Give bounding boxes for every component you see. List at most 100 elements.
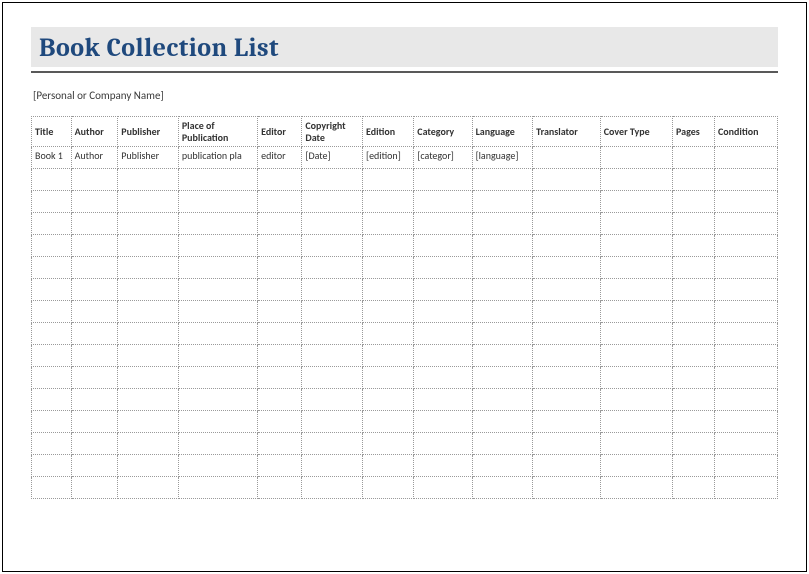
table-cell[interactable] [472, 477, 533, 499]
table-cell[interactable] [302, 345, 363, 367]
table-cell[interactable] [258, 367, 302, 389]
table-cell[interactable] [414, 301, 472, 323]
table-cell[interactable] [258, 411, 302, 433]
table-cell[interactable] [533, 367, 601, 389]
table-cell[interactable] [600, 279, 672, 301]
table-cell[interactable] [414, 389, 472, 411]
table-cell[interactable] [472, 235, 533, 257]
table-cell[interactable] [178, 235, 257, 257]
table-cell[interactable] [302, 433, 363, 455]
table-cell[interactable] [118, 477, 179, 499]
table-cell[interactable] [714, 477, 777, 499]
table-cell[interactable] [363, 213, 414, 235]
table-cell[interactable] [32, 301, 72, 323]
table-cell[interactable] [363, 323, 414, 345]
table-cell[interactable] [600, 455, 672, 477]
table-cell[interactable] [32, 477, 72, 499]
table-cell[interactable] [178, 169, 257, 191]
table-cell[interactable] [118, 323, 179, 345]
table-cell[interactable] [118, 235, 179, 257]
table-cell[interactable] [178, 191, 257, 213]
table-cell[interactable] [118, 213, 179, 235]
table-cell[interactable] [258, 477, 302, 499]
table-cell[interactable] [32, 389, 72, 411]
table-cell[interactable] [71, 433, 118, 455]
table-cell[interactable] [472, 213, 533, 235]
table-cell[interactable] [71, 213, 118, 235]
table-cell[interactable] [32, 367, 72, 389]
table-cell[interactable] [714, 279, 777, 301]
table-cell[interactable] [600, 367, 672, 389]
table-cell[interactable] [363, 367, 414, 389]
table-cell[interactable] [118, 411, 179, 433]
table-cell[interactable] [118, 169, 179, 191]
table-cell[interactable] [414, 257, 472, 279]
table-cell[interactable] [302, 477, 363, 499]
table-cell[interactable] [673, 455, 715, 477]
table-cell[interactable] [714, 455, 777, 477]
table-cell[interactable] [533, 411, 601, 433]
table-cell[interactable] [32, 235, 72, 257]
table-cell[interactable] [673, 411, 715, 433]
table-cell[interactable] [673, 257, 715, 279]
table-cell[interactable] [673, 279, 715, 301]
table-cell[interactable] [71, 455, 118, 477]
table-cell[interactable]: [Date] [302, 147, 363, 169]
table-cell[interactable] [302, 169, 363, 191]
table-cell[interactable] [533, 257, 601, 279]
table-cell[interactable] [414, 323, 472, 345]
table-cell[interactable] [302, 367, 363, 389]
table-cell[interactable] [414, 345, 472, 367]
table-cell[interactable] [673, 169, 715, 191]
table-cell[interactable] [178, 389, 257, 411]
table-cell[interactable]: Book 1 [32, 147, 72, 169]
table-cell[interactable] [118, 433, 179, 455]
table-cell[interactable] [714, 411, 777, 433]
table-cell[interactable] [600, 323, 672, 345]
table-cell[interactable]: Author [71, 147, 118, 169]
table-cell[interactable] [600, 191, 672, 213]
table-cell[interactable] [178, 345, 257, 367]
table-cell[interactable] [714, 323, 777, 345]
table-cell[interactable] [414, 279, 472, 301]
table-cell[interactable] [533, 147, 601, 169]
table-cell[interactable] [533, 433, 601, 455]
table-cell[interactable] [258, 433, 302, 455]
table-cell[interactable] [363, 477, 414, 499]
table-cell[interactable] [71, 279, 118, 301]
table-cell[interactable] [533, 213, 601, 235]
table-cell[interactable] [533, 191, 601, 213]
table-cell[interactable] [71, 235, 118, 257]
table-cell[interactable] [600, 477, 672, 499]
table-cell[interactable] [600, 213, 672, 235]
table-cell[interactable] [363, 301, 414, 323]
table-cell[interactable] [258, 345, 302, 367]
table-cell[interactable] [302, 191, 363, 213]
table-cell[interactable] [673, 389, 715, 411]
table-cell[interactable] [414, 191, 472, 213]
table-cell[interactable] [118, 455, 179, 477]
table-cell[interactable] [472, 411, 533, 433]
table-cell[interactable] [414, 433, 472, 455]
table-cell[interactable] [71, 345, 118, 367]
table-cell[interactable]: [categor] [414, 147, 472, 169]
table-cell[interactable] [71, 169, 118, 191]
table-cell[interactable] [258, 323, 302, 345]
table-cell[interactable] [600, 389, 672, 411]
table-cell[interactable] [714, 235, 777, 257]
table-cell[interactable] [533, 455, 601, 477]
table-cell[interactable] [118, 389, 179, 411]
table-cell[interactable] [363, 191, 414, 213]
table-cell[interactable] [71, 323, 118, 345]
table-cell[interactable] [414, 477, 472, 499]
table-cell[interactable] [600, 147, 672, 169]
table-cell[interactable] [533, 279, 601, 301]
table-cell[interactable] [714, 433, 777, 455]
table-cell[interactable] [714, 389, 777, 411]
table-cell[interactable] [673, 213, 715, 235]
table-cell[interactable] [533, 477, 601, 499]
table-cell[interactable] [414, 213, 472, 235]
table-cell[interactable] [673, 147, 715, 169]
table-cell[interactable] [302, 279, 363, 301]
table-cell[interactable] [363, 169, 414, 191]
